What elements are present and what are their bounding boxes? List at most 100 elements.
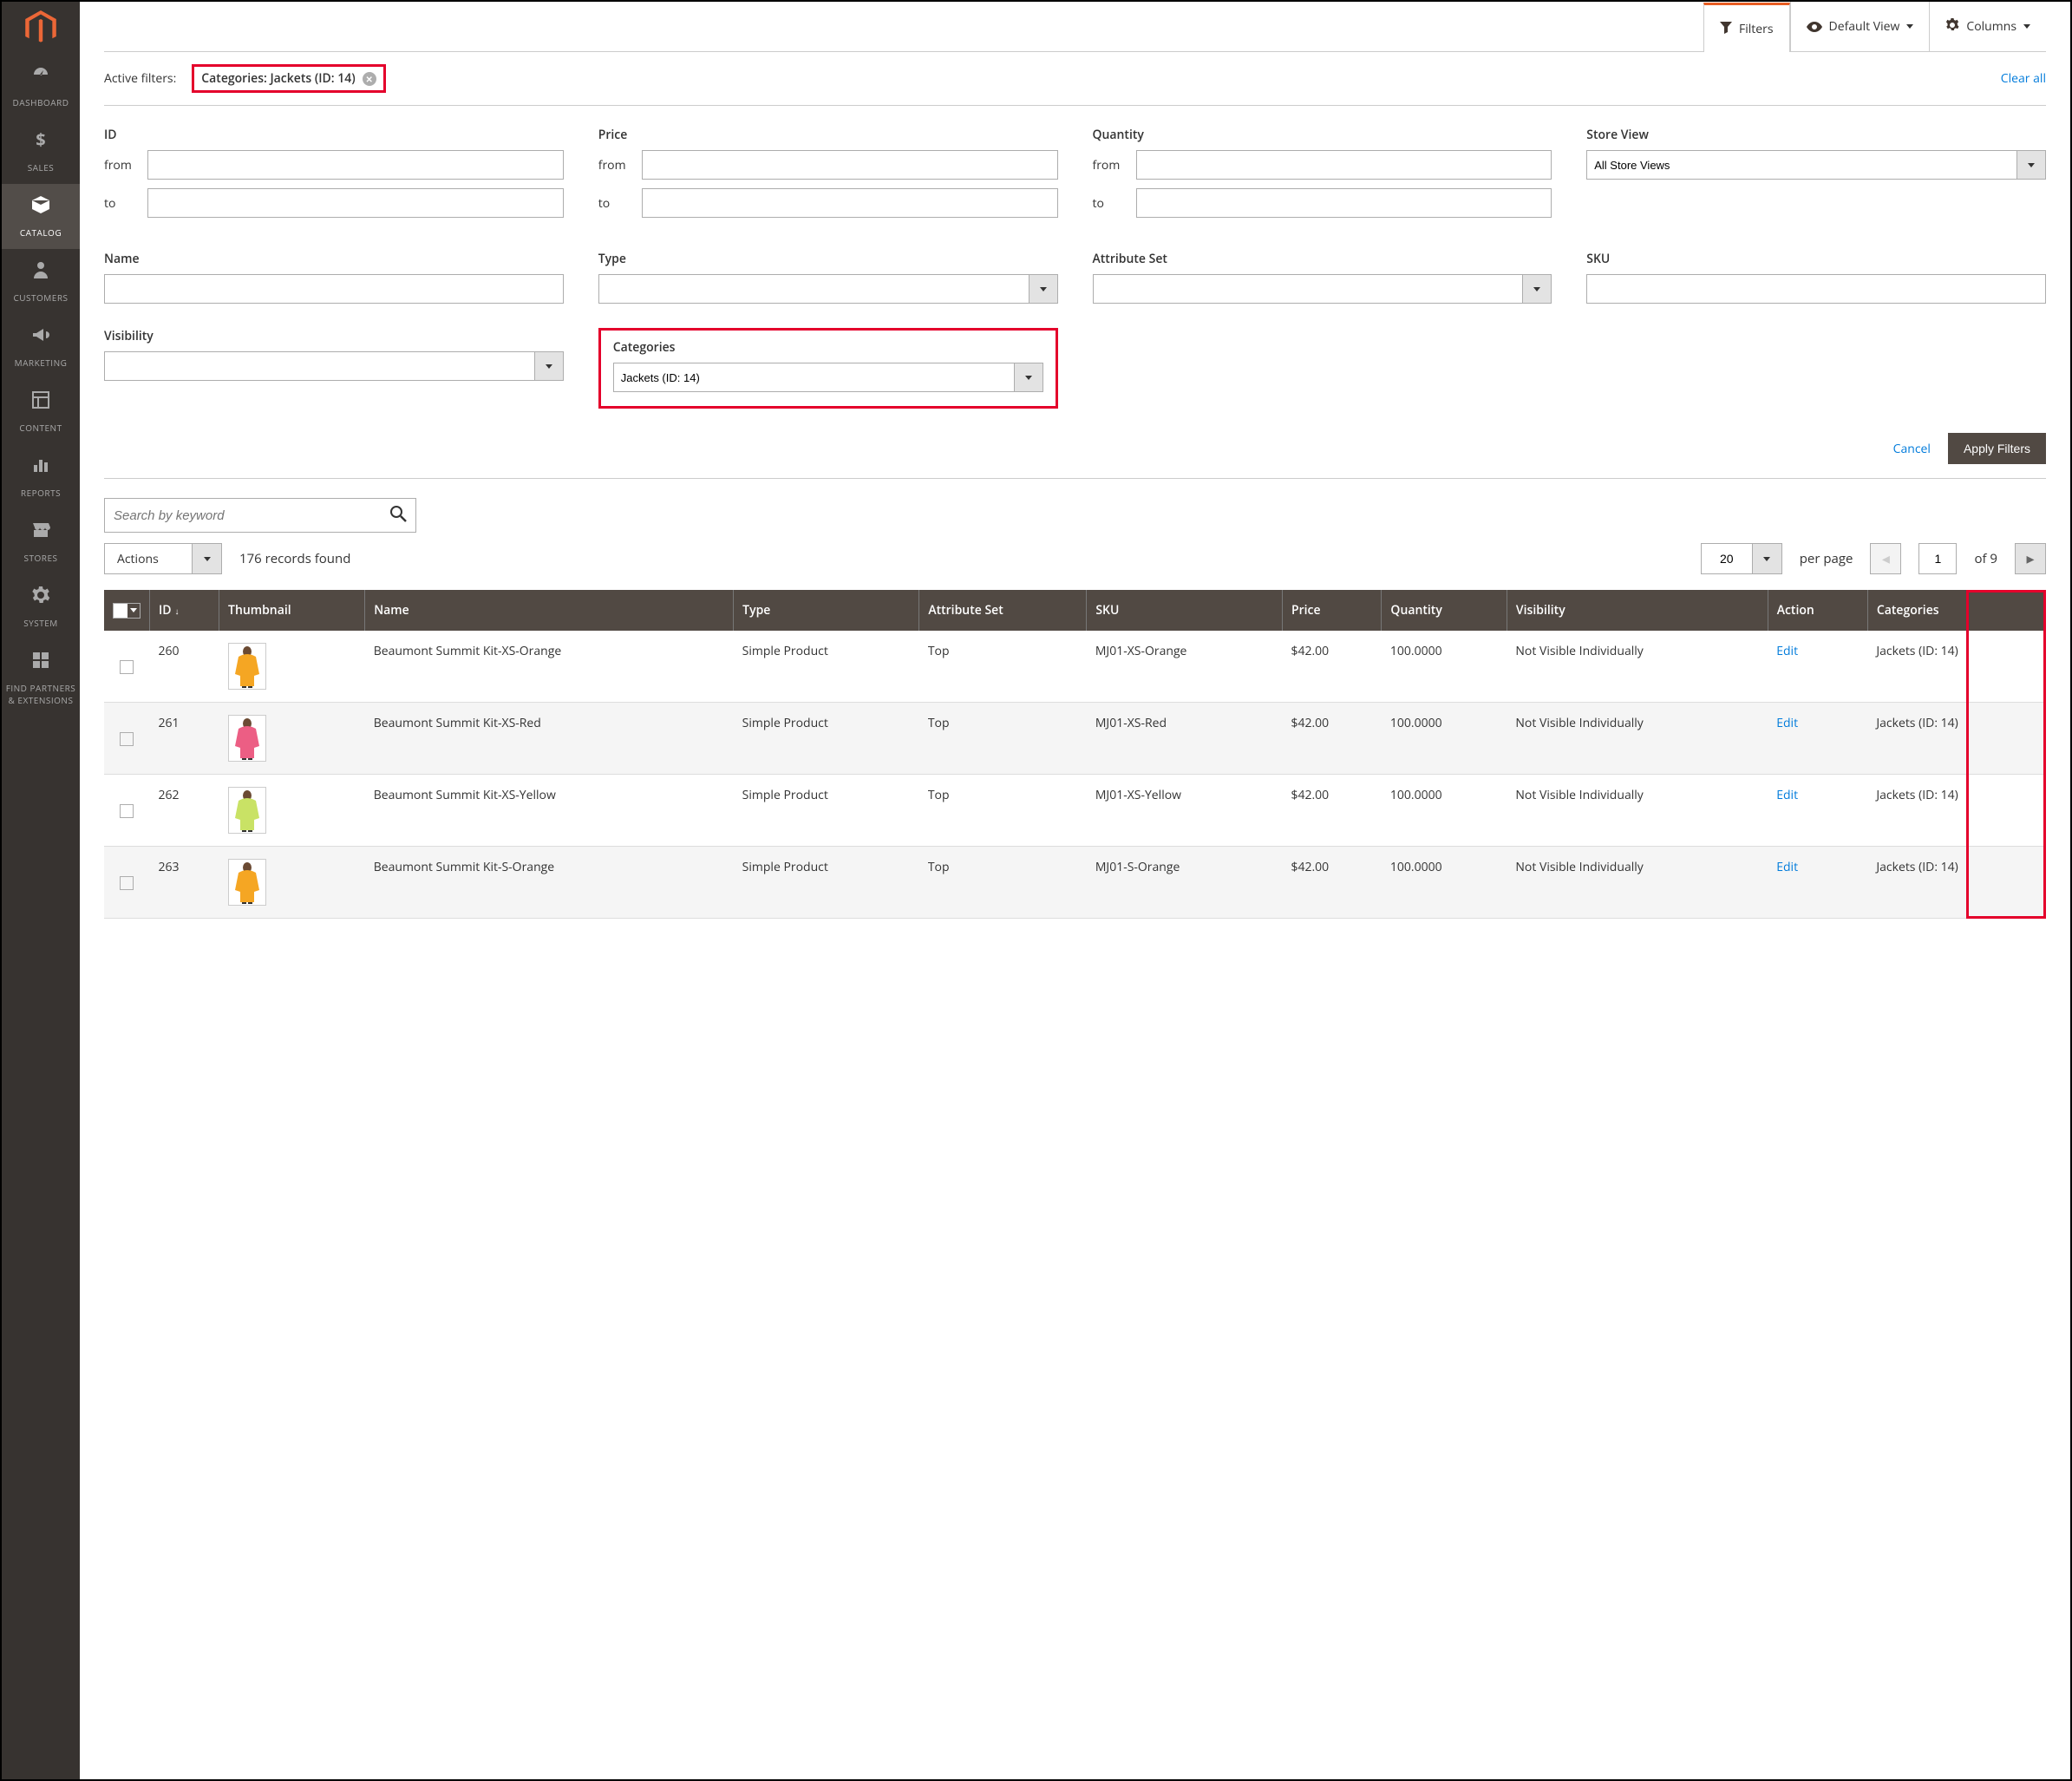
qty-to-input[interactable] [1136,188,1552,218]
categories-select[interactable] [613,363,1014,392]
current-page-input[interactable] [1918,543,1957,574]
nav-reports[interactable]: REPORTS [2,444,80,509]
actions-dropdown[interactable]: Actions [104,543,222,574]
edit-link[interactable]: Edit [1776,787,1798,803]
nav-catalog[interactable]: CATALOG [2,184,80,249]
col-sku[interactable]: SKU [1087,590,1283,631]
cell-name: Beaumont Summit Kit-S-Orange [365,847,734,919]
id-to-input[interactable] [147,188,564,218]
edit-link[interactable]: Edit [1776,715,1798,731]
col-thumbnail[interactable]: Thumbnail [219,590,365,631]
blocks-icon [30,650,51,677]
columns-label: Columns [1966,18,2016,35]
product-thumbnail[interactable] [228,859,266,906]
store-view-dropdown-button[interactable] [2016,150,2046,180]
col-categories[interactable]: Categories [1867,590,2046,631]
actions-dropdown-button[interactable] [192,544,221,573]
col-visibility[interactable]: Visibility [1507,590,1768,631]
remove-filter-icon[interactable]: ✕ [363,72,376,86]
search-icon[interactable] [389,504,407,527]
col-action[interactable]: Action [1768,590,1867,631]
name-input[interactable] [104,274,564,304]
cancel-button[interactable]: Cancel [1893,441,1931,457]
row-checkbox[interactable] [120,804,134,818]
columns-button[interactable]: Columns [1929,2,2046,51]
nav-content[interactable]: CONTENT [2,379,80,444]
filters-button[interactable]: Filters [1703,3,1790,52]
visibility-select[interactable] [104,351,534,381]
nav-find-partners-extensions[interactable]: FIND PARTNERS & EXTENSIONS [2,639,80,717]
product-thumbnail[interactable] [228,715,266,762]
nav-sales[interactable]: $SALES [2,119,80,184]
qty-from-input[interactable] [1136,150,1552,180]
type-select[interactable] [598,274,1029,304]
visibility-dropdown-button[interactable] [534,351,564,381]
select-all-checkbox[interactable] [113,603,141,619]
search-input[interactable] [114,508,389,523]
nav-marketing[interactable]: MARKETING [2,314,80,379]
records-found: 176 records found [239,550,350,567]
to-label: to [598,195,630,212]
filter-sku: SKU [1586,251,2046,304]
filter-id: ID from to [104,127,564,226]
default-view-button[interactable]: Default View [1790,2,1930,51]
nav-label: SYSTEM [23,617,58,629]
categories-dropdown-button[interactable] [1014,363,1043,392]
col-id[interactable]: ID↓ [150,590,219,631]
store-icon [30,520,51,547]
cell-id: 260 [150,631,219,703]
nav-dashboard[interactable]: DASHBOARD [2,54,80,119]
price-to-input[interactable] [642,188,1058,218]
cell-type: Simple Product [734,775,919,847]
filter-price: Price from to [598,127,1058,226]
attrset-select[interactable] [1093,274,1523,304]
nav-label: FIND PARTNERS & EXTENSIONS [5,682,76,706]
filter-store-view: Store View [1586,127,2046,226]
page-of-label: of 9 [1974,550,1997,567]
nav-system[interactable]: SYSTEM [2,574,80,639]
row-checkbox[interactable] [120,732,134,746]
filter-visibility: Visibility [104,328,564,409]
row-checkbox[interactable] [120,876,134,890]
next-page-button[interactable]: ▸ [2015,543,2046,574]
cell-visibility: Not Visible Individually [1507,847,1768,919]
filters-label: Filters [1739,21,1774,37]
edit-link[interactable]: Edit [1776,859,1798,875]
filter-type-label: Type [598,251,1058,267]
cell-id: 263 [150,847,219,919]
attrset-dropdown-button[interactable] [1522,274,1552,304]
id-from-input[interactable] [147,150,564,180]
cell-sku: MJ01-XS-Red [1087,703,1283,775]
filter-attr-set: Attribute Set [1093,251,1552,304]
clear-all-link[interactable]: Clear all [2001,70,2046,87]
row-checkbox[interactable] [120,660,134,674]
col-name[interactable]: Name [365,590,734,631]
apply-filters-button[interactable]: Apply Filters [1948,433,2046,464]
cell-categories: Jackets (ID: 14) [1867,847,2046,919]
product-thumbnail[interactable] [228,643,266,690]
price-from-input[interactable] [642,150,1058,180]
svg-text:$: $ [36,129,45,150]
nav-label: REPORTS [21,487,61,499]
store-view-select[interactable] [1586,150,2016,180]
nav-customers[interactable]: CUSTOMERS [2,249,80,314]
prev-page-button[interactable]: ◂ [1870,543,1901,574]
type-dropdown-button[interactable] [1029,274,1058,304]
col-type[interactable]: Type [734,590,919,631]
product-thumbnail[interactable] [228,787,266,834]
nav-stores[interactable]: STORES [2,509,80,574]
magento-logo[interactable] [2,2,80,54]
nav-label: CATALOG [20,226,62,239]
sku-input[interactable] [1586,274,2046,304]
col-price[interactable]: Price [1282,590,1381,631]
per-page-input[interactable] [1701,543,1753,574]
col-qty[interactable]: Quantity [1382,590,1507,631]
filter-name: Name [104,251,564,304]
per-page-dropdown-button[interactable] [1753,543,1782,574]
col-attrset[interactable]: Attribute Set [919,590,1087,631]
cell-categories: Jackets (ID: 14) [1867,703,2046,775]
cell-type: Simple Product [734,703,919,775]
edit-link[interactable]: Edit [1776,643,1798,659]
filter-price-label: Price [598,127,1058,143]
nav-label: CUSTOMERS [13,291,68,304]
